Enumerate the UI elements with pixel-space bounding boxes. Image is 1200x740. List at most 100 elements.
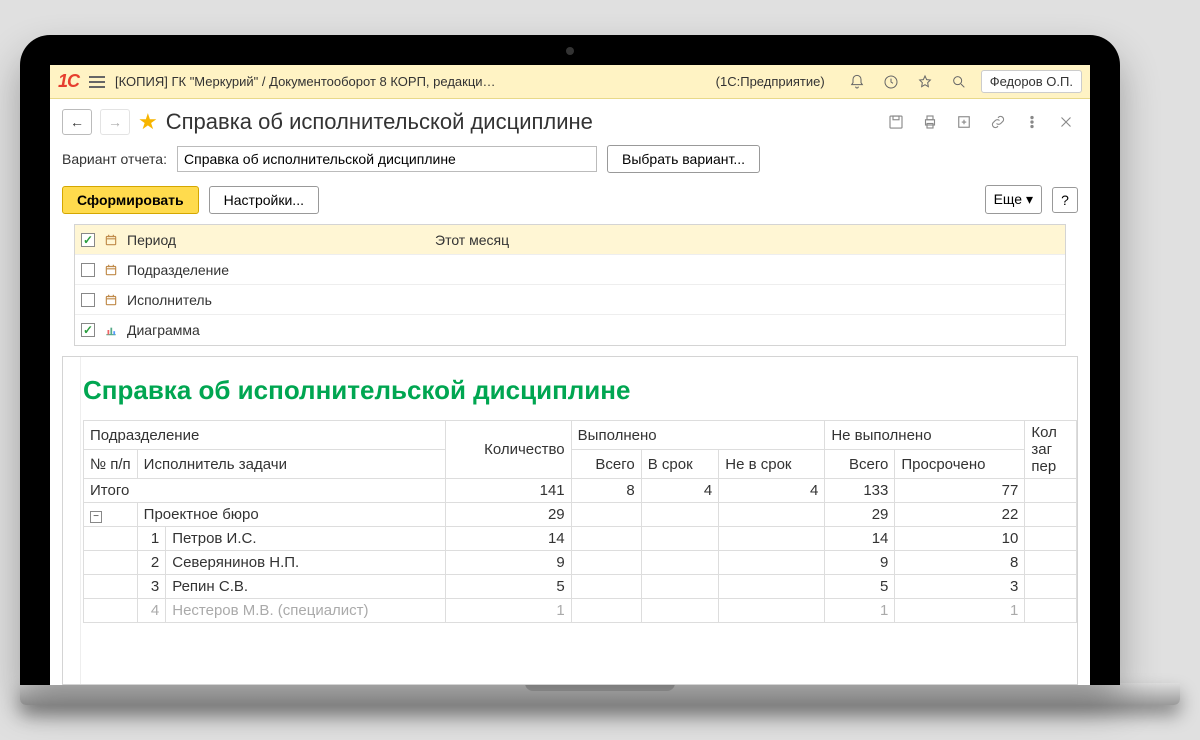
nav-back-button[interactable]: ← bbox=[62, 109, 92, 135]
cell: 4 bbox=[641, 479, 719, 503]
variant-input[interactable] bbox=[177, 146, 597, 172]
choose-variant-button[interactable]: Выбрать вариант... bbox=[607, 145, 760, 173]
col-count: Количество bbox=[446, 421, 571, 479]
filter-value: Этот месяц bbox=[435, 232, 1059, 248]
cell: 8 bbox=[895, 551, 1025, 575]
col-notdone: Не выполнено bbox=[825, 421, 1025, 450]
cell bbox=[571, 503, 641, 527]
kebab-icon[interactable] bbox=[1020, 110, 1044, 134]
cell: 3 bbox=[137, 575, 166, 599]
settings-button[interactable]: Настройки... bbox=[209, 186, 319, 214]
cell: 5 bbox=[446, 575, 571, 599]
action-row: Сформировать Настройки... Еще ▾ ? bbox=[50, 185, 1090, 224]
col-nd-total: Всего bbox=[825, 450, 895, 479]
history-icon[interactable] bbox=[879, 70, 903, 94]
filter-checkbox[interactable] bbox=[81, 233, 95, 247]
favorite-star-icon[interactable]: ★ bbox=[138, 109, 158, 135]
cell bbox=[719, 527, 825, 551]
filter-row[interactable]: Период Этот месяц bbox=[75, 225, 1065, 255]
cell: 14 bbox=[446, 527, 571, 551]
collapse-icon[interactable]: − bbox=[90, 511, 102, 523]
cell bbox=[641, 527, 719, 551]
more-button[interactable]: Еще ▾ bbox=[985, 185, 1042, 214]
app-topbar: 1C [КОПИЯ] ГК "Меркурий" / Документообор… bbox=[50, 65, 1090, 99]
filter-name: Диаграмма bbox=[127, 322, 427, 338]
report-table: ПодразделениеКоличествоВыполненоНе выпол… bbox=[83, 420, 1077, 623]
cell: 10 bbox=[895, 527, 1025, 551]
variant-row: Вариант отчета: Выбрать вариант... bbox=[50, 145, 1090, 185]
user-name[interactable]: Федоров О.П. bbox=[981, 70, 1082, 93]
filter-name: Исполнитель bbox=[127, 292, 427, 308]
cell: 1 bbox=[137, 527, 166, 551]
report-area: Справка об исполнительской дисциплине По… bbox=[62, 356, 1078, 685]
group-row[interactable]: −Проектное бюро292922 bbox=[84, 503, 1077, 527]
help-button[interactable]: ? bbox=[1052, 187, 1078, 213]
filter-checkbox[interactable] bbox=[81, 293, 95, 307]
col-extra: Колзагпер bbox=[1025, 421, 1077, 479]
chart-icon bbox=[103, 322, 119, 338]
col-executor: Исполнитель задачи bbox=[137, 450, 446, 479]
totals-row: Итого14184413377 bbox=[84, 479, 1077, 503]
generate-button[interactable]: Сформировать bbox=[62, 186, 199, 214]
col-nd-overdue: Просрочено bbox=[895, 450, 1025, 479]
variant-label: Вариант отчета: bbox=[62, 151, 167, 167]
cell: 2 bbox=[137, 551, 166, 575]
group-name: Проектное бюро bbox=[137, 503, 446, 527]
cell: 77 bbox=[895, 479, 1025, 503]
cell bbox=[641, 599, 719, 623]
cell bbox=[571, 599, 641, 623]
cell bbox=[641, 575, 719, 599]
col-done-total: Всего bbox=[571, 450, 641, 479]
cell: 14 bbox=[825, 527, 895, 551]
executor-name: Нестеров М.В. (специалист) bbox=[166, 599, 446, 623]
bell-icon[interactable] bbox=[845, 70, 869, 94]
col-done: Выполнено bbox=[571, 421, 825, 450]
totals-label: Итого bbox=[84, 479, 446, 503]
cell: 141 bbox=[446, 479, 571, 503]
calendar-icon bbox=[103, 292, 119, 308]
calendar-icon bbox=[103, 232, 119, 248]
data-row[interactable]: 4Нестеров М.В. (специалист)111 bbox=[84, 599, 1077, 623]
cell bbox=[571, 551, 641, 575]
cell bbox=[571, 527, 641, 551]
print-icon[interactable] bbox=[918, 110, 942, 134]
cell: 3 bbox=[895, 575, 1025, 599]
cell bbox=[719, 551, 825, 575]
filter-row[interactable]: Диаграмма bbox=[75, 315, 1065, 345]
executor-name: Северянинов Н.П. bbox=[166, 551, 446, 575]
cell: 8 bbox=[571, 479, 641, 503]
cell: 9 bbox=[825, 551, 895, 575]
filter-row[interactable]: Исполнитель bbox=[75, 285, 1065, 315]
col-done-late: Не в срок bbox=[719, 450, 825, 479]
col-rowno: № п/п bbox=[84, 450, 138, 479]
cell: 29 bbox=[446, 503, 571, 527]
cell bbox=[641, 503, 719, 527]
export-icon[interactable] bbox=[952, 110, 976, 134]
menu-icon[interactable] bbox=[89, 76, 105, 88]
close-icon[interactable] bbox=[1054, 110, 1078, 134]
cell: 4 bbox=[137, 599, 166, 623]
executor-name: Петров И.С. bbox=[166, 527, 446, 551]
search-icon[interactable] bbox=[947, 70, 971, 94]
save-icon[interactable] bbox=[884, 110, 908, 134]
filter-name: Период bbox=[127, 232, 427, 248]
calendar-icon bbox=[103, 262, 119, 278]
filter-checkbox[interactable] bbox=[81, 263, 95, 277]
form-title: Справка об исполнительской дисциплине bbox=[166, 109, 876, 135]
data-row[interactable]: 2Северянинов Н.П.998 bbox=[84, 551, 1077, 575]
filter-row[interactable]: Подразделение bbox=[75, 255, 1065, 285]
cell: 1 bbox=[446, 599, 571, 623]
data-row[interactable]: 1Петров И.С.141410 bbox=[84, 527, 1077, 551]
data-row[interactable]: 3Репин С.В.553 bbox=[84, 575, 1077, 599]
link-icon[interactable] bbox=[986, 110, 1010, 134]
cell: 1 bbox=[895, 599, 1025, 623]
cell: 1 bbox=[825, 599, 895, 623]
star-icon[interactable] bbox=[913, 70, 937, 94]
col-department: Подразделение bbox=[84, 421, 446, 450]
cell bbox=[571, 575, 641, 599]
app-subtitle: (1С:Предприятие) bbox=[716, 74, 825, 89]
cell bbox=[719, 599, 825, 623]
cell: 29 bbox=[825, 503, 895, 527]
cell: 133 bbox=[825, 479, 895, 503]
filter-checkbox[interactable] bbox=[81, 323, 95, 337]
